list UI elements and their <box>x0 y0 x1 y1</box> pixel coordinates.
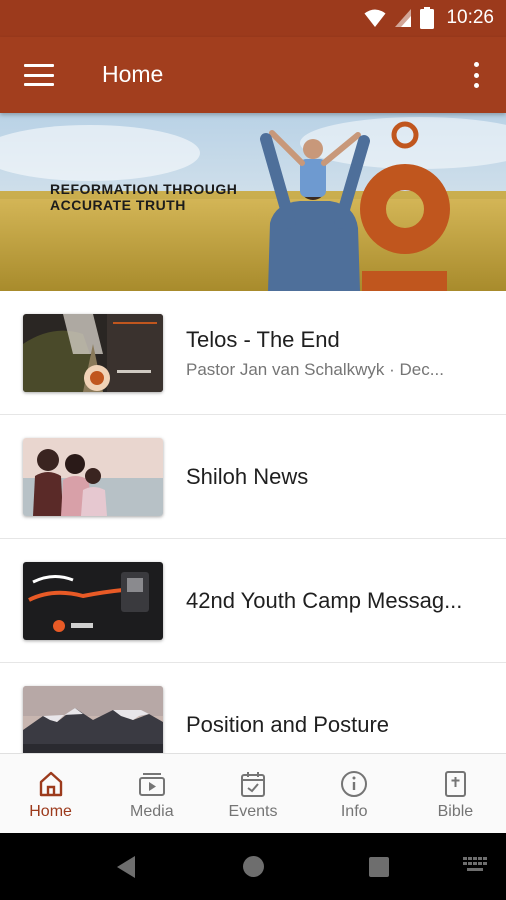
list-item-shiloh-news[interactable]: Shiloh News <box>0 415 506 539</box>
battery-icon <box>420 7 435 29</box>
back-icon[interactable] <box>116 855 136 879</box>
nav-media[interactable]: Media <box>101 754 202 833</box>
nav-label: Media <box>130 803 174 820</box>
list-item-telos[interactable]: Telos - The End Pastor Jan van Schalkwyk… <box>0 291 506 415</box>
list-item-title: Position and Posture <box>186 712 390 737</box>
recent-apps-icon[interactable] <box>369 857 389 877</box>
hamburger-menu-icon[interactable] <box>22 61 56 89</box>
list-item-position-posture[interactable]: Position and Posture <box>0 663 506 753</box>
page-title: Home <box>102 61 164 87</box>
hero-banner[interactable]: REFORMATION THROUGH ACCURATE TRUTH <box>0 113 506 291</box>
bottom-navigation: Home Media Events Info Bible <box>0 753 506 833</box>
list-item-title: Telos - The End <box>186 326 340 352</box>
nav-info[interactable]: Info <box>304 754 405 833</box>
nav-label: Info <box>340 803 368 820</box>
list-item-subtitle: Pastor Jan van Schalkwyk · Dec... <box>186 359 444 379</box>
keyboard-icon[interactable] <box>463 857 487 875</box>
nav-events[interactable]: Events <box>202 754 303 833</box>
banner-text: REFORMATION THROUGH ACCURATE TRUTH <box>50 181 238 213</box>
media-icon <box>138 773 165 796</box>
list-item-text: Position and Posture <box>186 663 486 753</box>
list-item-title: Shiloh News <box>186 464 309 489</box>
home-button-icon[interactable] <box>243 856 264 877</box>
nav-label: Home <box>29 803 72 820</box>
bible-icon <box>445 771 467 797</box>
cell-signal-icon <box>395 9 412 27</box>
system-navigation-bar <box>0 833 506 900</box>
nav-label: Events <box>228 803 278 820</box>
home-icon <box>39 771 62 797</box>
app-bar: Home <box>0 37 506 113</box>
nav-bible[interactable]: Bible <box>405 754 506 833</box>
list-item-text: Telos - The End Pastor Jan van Schalkwyk… <box>186 291 486 415</box>
list-item-text: 42nd Youth Camp Messag... <box>186 539 486 663</box>
thumbnail-image <box>23 686 163 753</box>
status-time: 10:26 <box>446 7 494 28</box>
list-item-youth-camp[interactable]: 42nd Youth Camp Messag... <box>0 539 506 663</box>
wifi-icon <box>364 9 386 27</box>
list-item-title: 42nd Youth Camp Messag... <box>186 588 463 613</box>
thumbnail-image <box>23 438 163 516</box>
thumbnail-image <box>23 562 163 640</box>
status-icons: 10:26 <box>364 7 494 29</box>
more-options-icon[interactable] <box>464 59 488 91</box>
thumbnail-image <box>23 314 163 392</box>
list-item-text: Shiloh News <box>186 415 486 539</box>
nav-label: Bible <box>437 803 474 820</box>
info-icon <box>341 771 368 797</box>
content-list: Telos - The End Pastor Jan van Schalkwyk… <box>0 291 506 753</box>
calendar-check-icon <box>241 772 265 797</box>
status-bar: 10:26 <box>0 0 506 37</box>
nav-home[interactable]: Home <box>0 754 101 833</box>
